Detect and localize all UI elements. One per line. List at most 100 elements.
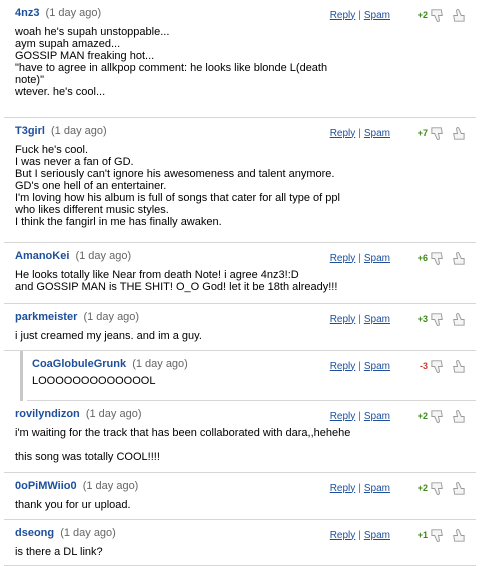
spam-link[interactable]: Spam	[364, 128, 390, 139]
thumbs-down-icon[interactable]	[430, 408, 447, 425]
thumbs-up-icon[interactable]	[449, 480, 466, 497]
spam-link[interactable]: Spam	[364, 411, 390, 422]
comment-line: GOSSIP MAN freaking hot...	[15, 50, 155, 62]
thumbs-down-icon[interactable]	[430, 480, 447, 497]
comment-body: i'm waiting for the track that has been …	[15, 427, 460, 463]
thumbs-up-icon[interactable]	[449, 408, 466, 425]
author-link[interactable]: 4nz3	[15, 7, 39, 19]
thumbs-down-icon[interactable]	[430, 125, 447, 142]
reply-link[interactable]: Reply	[330, 361, 356, 372]
timestamp: (1 day ago)	[51, 125, 107, 137]
thumbs-up-icon[interactable]	[449, 125, 466, 142]
author-link[interactable]: T3girl	[15, 125, 45, 137]
author-link[interactable]: 0oPiMWiio0	[15, 480, 77, 492]
comment: T3girl (1 day ago) Fuck he's cool. I was …	[0, 118, 480, 243]
comment-actions: Reply | Spam +1	[330, 526, 466, 544]
separator: |	[358, 127, 361, 139]
comment-actions: Reply | Spam -3	[330, 357, 466, 375]
thumbs-up-icon[interactable]	[449, 311, 466, 328]
comment-header: dseong (1 day ago)	[15, 527, 116, 541]
comment-line: this song was totally COOL!!!!	[15, 451, 160, 463]
separator: |	[358, 482, 361, 494]
comment-header: parkmeister (1 day ago)	[15, 311, 139, 325]
separator: |	[358, 313, 361, 325]
comment: CoaGlobuleGrunk (1 day ago) LOOOOOOOOOOO…	[20, 351, 480, 401]
thumbs-down-icon[interactable]	[430, 7, 447, 24]
comment-actions: Reply | Spam +2	[330, 407, 466, 425]
thumbs-up-icon[interactable]	[449, 358, 466, 375]
reply-link[interactable]: Reply	[330, 411, 356, 422]
thumbs-down-icon[interactable]	[430, 250, 447, 267]
separator: |	[358, 9, 361, 21]
rating-score: +2	[417, 411, 428, 421]
timestamp: (1 day ago)	[132, 358, 188, 370]
comment-header: AmanoKei (1 day ago)	[15, 250, 131, 264]
reply-link[interactable]: Reply	[330, 253, 356, 264]
author-link[interactable]: AmanoKei	[15, 250, 69, 262]
comment: dseong (1 day ago) is there a DL link? R…	[0, 520, 480, 566]
comment-line: woah he's supah unstoppable...	[15, 26, 170, 38]
comment-line: I was never a fan of GD.	[15, 156, 134, 168]
reply-link[interactable]: Reply	[330, 530, 356, 541]
separator: |	[358, 529, 361, 541]
comment-line	[15, 439, 460, 451]
comment-actions: Reply | Spam +2	[330, 6, 466, 24]
rating-score: -3	[419, 361, 428, 371]
thumbs-up-icon[interactable]	[449, 7, 466, 24]
spam-link[interactable]: Spam	[364, 361, 390, 372]
comment-line: wtever. he's cool...	[15, 86, 106, 98]
comment: AmanoKei (1 day ago) He looks totally li…	[0, 243, 480, 304]
comment: 0oPiMWiio0 (1 day ago) thank you for ur …	[0, 473, 480, 520]
spam-link[interactable]: Spam	[364, 483, 390, 494]
reply-link[interactable]: Reply	[330, 128, 356, 139]
thumbs-down-icon[interactable]	[430, 311, 447, 328]
comment-header: T3girl (1 day ago)	[15, 125, 107, 139]
comment-list: 4nz3 (1 day ago) woah he's supah unstopp…	[0, 0, 480, 566]
author-link[interactable]: parkmeister	[15, 311, 77, 323]
spam-link[interactable]: Spam	[364, 253, 390, 264]
comment-body: He looks totally like Near from death No…	[15, 269, 460, 293]
separator: |	[358, 410, 361, 422]
reply-link[interactable]: Reply	[330, 483, 356, 494]
thumbs-down-icon[interactable]	[430, 527, 447, 544]
comment-line: i'm waiting for the track that has been …	[15, 427, 351, 439]
separator: |	[358, 252, 361, 264]
comment-line: I'm loving how his album is full of song…	[15, 192, 340, 204]
rating-score: +6	[417, 253, 428, 263]
author-link[interactable]: CoaGlobuleGrunk	[32, 358, 126, 370]
timestamp: (1 day ago)	[60, 527, 116, 539]
thumbs-down-icon[interactable]	[430, 358, 447, 375]
comment-body: thank you for ur upload.	[15, 499, 460, 511]
timestamp: (1 day ago)	[75, 250, 132, 262]
timestamp: (1 day ago)	[83, 311, 140, 323]
comment-line: who likes different music styles.	[15, 204, 169, 216]
comment-line: He looks totally like Near from death No…	[15, 269, 299, 281]
comment: rovilyndizon (1 day ago) i'm waiting for…	[0, 401, 480, 473]
comment-line: and GOSSIP MAN is THE SHIT! O_O God! let…	[15, 281, 338, 293]
timestamp: (1 day ago)	[85, 408, 142, 420]
comment-line: note)"	[15, 74, 44, 86]
author-link[interactable]: dseong	[15, 527, 54, 539]
comment-header: 4nz3 (1 day ago)	[15, 7, 101, 21]
thumbs-up-icon[interactable]	[449, 527, 466, 544]
timestamp: (1 day ago)	[82, 480, 139, 492]
comment-body: Fuck he's cool. I was never a fan of GD. B…	[15, 144, 460, 228]
spam-link[interactable]: Spam	[364, 314, 390, 325]
comment-line: I think the fangirl in me has finally aw…	[15, 216, 222, 228]
comment-body: woah he's supah unstoppable... aym supah …	[15, 26, 460, 98]
reply-link[interactable]: Reply	[330, 314, 356, 325]
rating-score: +7	[417, 128, 428, 138]
spam-link[interactable]: Spam	[364, 10, 390, 21]
comment-actions: Reply | Spam +7	[330, 124, 466, 142]
spam-link[interactable]: Spam	[364, 530, 390, 541]
comment-body: i just creamed my jeans. and im a guy.	[15, 330, 460, 342]
comment-line: thank you for ur upload.	[15, 499, 131, 511]
comment-line: is there a DL link?	[15, 546, 103, 558]
reply-link[interactable]: Reply	[330, 10, 356, 21]
comment-line: Fuck he's cool.	[15, 144, 89, 156]
comment-line: "have to agree in allkpop comment: he lo…	[15, 62, 328, 74]
author-link[interactable]: rovilyndizon	[15, 408, 80, 420]
thumbs-up-icon[interactable]	[449, 250, 466, 267]
comment-line: i just creamed my jeans. and im a guy.	[15, 330, 202, 342]
comment-actions: Reply | Spam +6	[330, 249, 466, 267]
